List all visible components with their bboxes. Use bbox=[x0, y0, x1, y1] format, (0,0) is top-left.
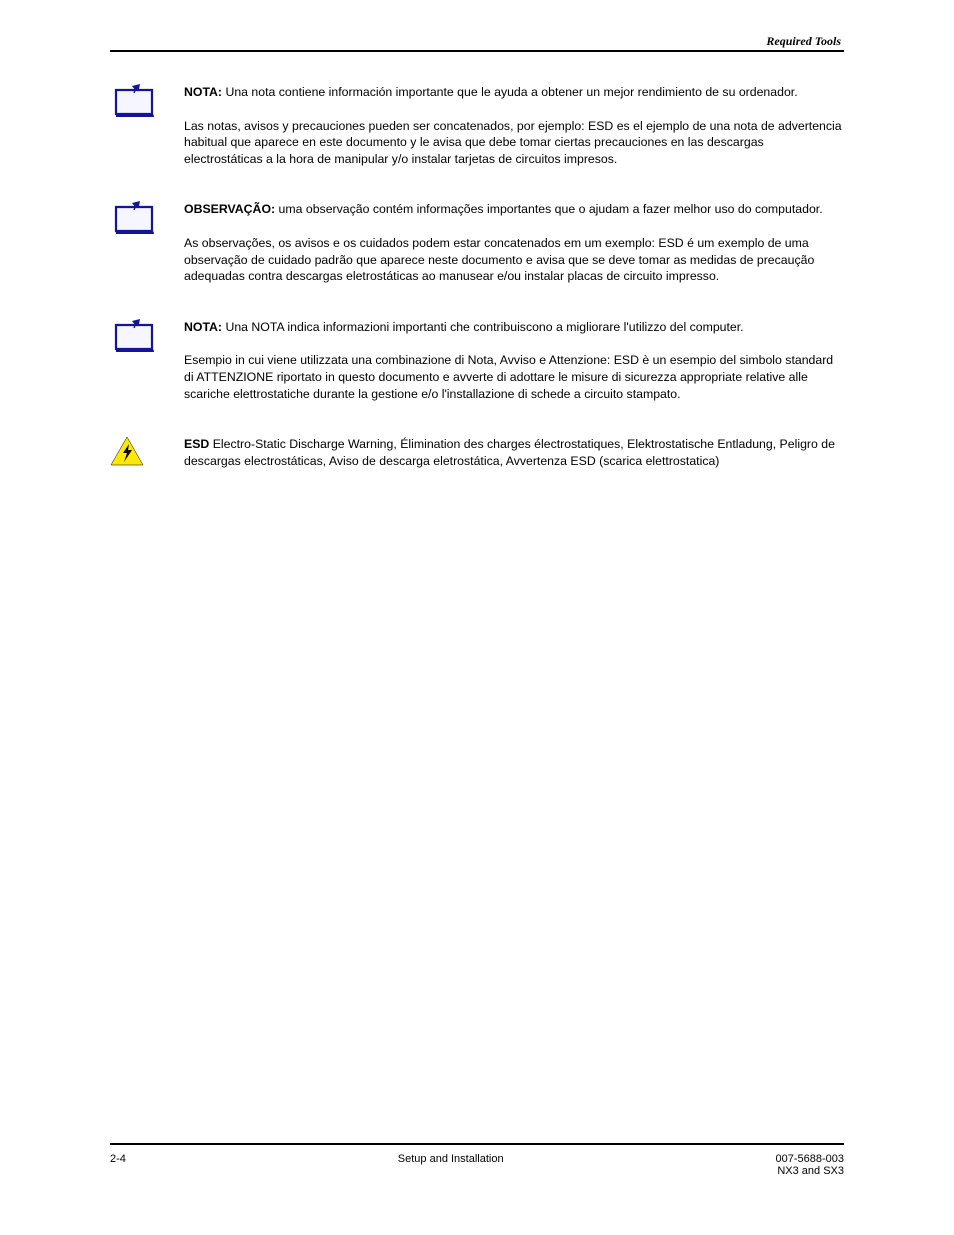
note-text: OBSERVAÇÃO: uma observação contém inform… bbox=[184, 201, 844, 284]
note-text: NOTA: Una nota contiene información impo… bbox=[184, 84, 844, 167]
note-paragraph-2: Las notas, avisos y precauciones pueden … bbox=[184, 118, 844, 168]
esd-body: Electro-Static Discharge Warning, Élimin… bbox=[184, 437, 835, 468]
esd-label: ESD bbox=[184, 437, 209, 451]
note-paragraph-1: NOTA: Una NOTA indica informazioni impor… bbox=[184, 319, 844, 336]
note-label: NOTA: bbox=[184, 85, 222, 99]
note-paragraph-1: OBSERVAÇÃO: uma observação contém inform… bbox=[184, 201, 844, 218]
page: Required Tools NOTA: Una nota contiene i… bbox=[0, 0, 954, 1235]
footer-doc-info: 007-5688-003 NX3 and SX3 bbox=[775, 1153, 844, 1177]
note-icon bbox=[110, 84, 160, 120]
icon-column bbox=[110, 84, 184, 120]
note-body-1: Una nota contiene información importante… bbox=[225, 85, 797, 99]
footer-rule: 2-4 Setup and Installation 007-5688-003 … bbox=[110, 1143, 844, 1177]
footer-doc-number: 007-5688-003 bbox=[775, 1153, 844, 1165]
header-section-title: Required Tools bbox=[766, 34, 841, 49]
note-block: NOTA: Una nota contiene información impo… bbox=[110, 84, 844, 167]
electric-shock-icon bbox=[110, 436, 144, 471]
note-block: NOTA: Una NOTA indica informazioni impor… bbox=[110, 319, 844, 402]
esd-text: ESD Electro-Static Discharge Warning, Él… bbox=[184, 436, 844, 469]
note-body-1: Una NOTA indica informazioni importanti … bbox=[225, 320, 743, 334]
esd-block: ESD Electro-Static Discharge Warning, Él… bbox=[110, 436, 844, 471]
footer-chapter-title: Setup and Installation bbox=[398, 1153, 504, 1177]
note-label: NOTA: bbox=[184, 320, 222, 334]
icon-column bbox=[110, 436, 184, 471]
note-icon bbox=[110, 201, 160, 237]
icon-column bbox=[110, 319, 184, 355]
header-rule bbox=[110, 50, 844, 52]
icon-column bbox=[110, 201, 184, 237]
esd-paragraph: ESD Electro-Static Discharge Warning, Él… bbox=[184, 436, 844, 469]
note-paragraph-2: As observações, os avisos e os cuidados … bbox=[184, 235, 844, 285]
note-label: OBSERVAÇÃO: bbox=[184, 202, 275, 216]
footer-page-number: 2-4 bbox=[110, 1153, 126, 1177]
note-block: OBSERVAÇÃO: uma observação contém inform… bbox=[110, 201, 844, 284]
footer-model: NX3 and SX3 bbox=[775, 1165, 844, 1177]
page-footer: 2-4 Setup and Installation 007-5688-003 … bbox=[110, 1143, 844, 1177]
note-paragraph-2: Esempio in cui viene utilizzata una comb… bbox=[184, 352, 844, 402]
note-paragraph-1: NOTA: Una nota contiene información impo… bbox=[184, 84, 844, 101]
note-text: NOTA: Una NOTA indica informazioni impor… bbox=[184, 319, 844, 402]
note-body-1: uma observação contém informações import… bbox=[279, 202, 823, 216]
note-icon bbox=[110, 319, 160, 355]
